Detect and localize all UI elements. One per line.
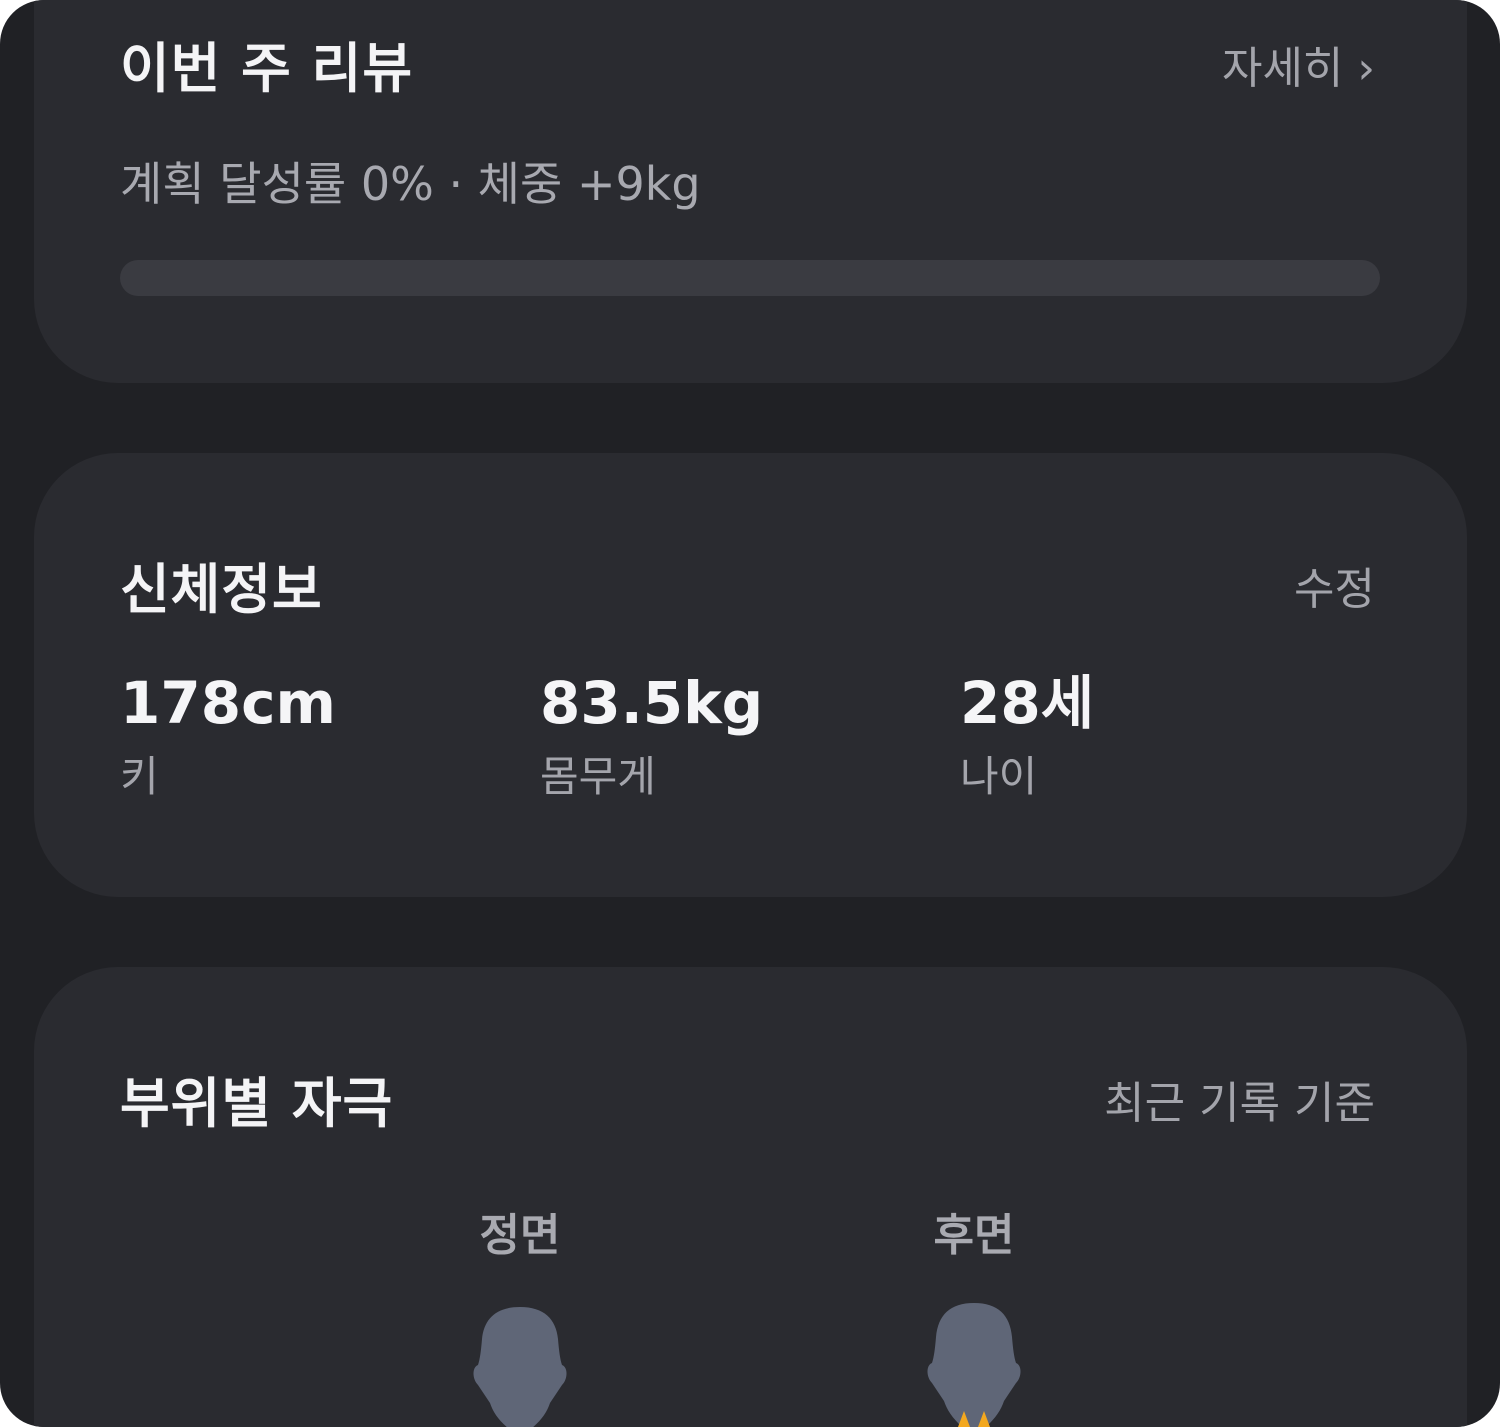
muscle-stimulus-card: 부위별 자극 최근 기록 기준 정면 후면 [34, 967, 1467, 1427]
body-info-card: 신체정보 수정 178cm 키 83.5kg 몸무게 28세 나이 [34, 453, 1467, 897]
age-label: 나이 [960, 752, 1038, 801]
height-stat: 178cm 키 [120, 665, 336, 804]
weight-value: 83.5kg [540, 669, 764, 737]
weekly-review-card: 이번 주 리뷰 자세히 › 계획 달성률 0% · 체중 +9kg [34, 0, 1467, 383]
body-info-title: 신체정보 [120, 558, 323, 621]
muscle-stimulus-title: 부위별 자극 [120, 1072, 394, 1135]
height-label: 키 [120, 752, 159, 801]
weight-stat: 83.5kg 몸무게 [540, 665, 763, 804]
age-value: 28세 [960, 669, 1095, 737]
weekly-review-title: 이번 주 리뷰 [120, 37, 413, 100]
back-body-figure[interactable] [914, 1297, 1034, 1427]
front-view-label: 정면 [479, 1210, 561, 1261]
weekly-review-detail-link[interactable]: 자세히 › [1222, 32, 1375, 96]
weekly-review-summary: 계획 달성률 0% · 체중 +9kg [120, 157, 701, 211]
height-value: 178cm [120, 669, 336, 737]
front-body-figure[interactable] [460, 1297, 580, 1427]
front-head-shape [473, 1307, 567, 1427]
app-screen: 이번 주 리뷰 자세히 › 계획 달성률 0% · 체중 +9kg 신체정보 수… [0, 0, 1500, 1427]
plan-progress-bar [120, 260, 1380, 296]
back-view-label: 후면 [933, 1210, 1015, 1261]
muscle-stimulus-basis-note: 최근 기록 기준 [1104, 1078, 1375, 1129]
weight-label: 몸무게 [540, 752, 656, 801]
back-head-shape [927, 1303, 1021, 1427]
edit-body-info-button[interactable]: 수정 [1294, 553, 1375, 617]
age-stat: 28세 나이 [960, 665, 1094, 804]
